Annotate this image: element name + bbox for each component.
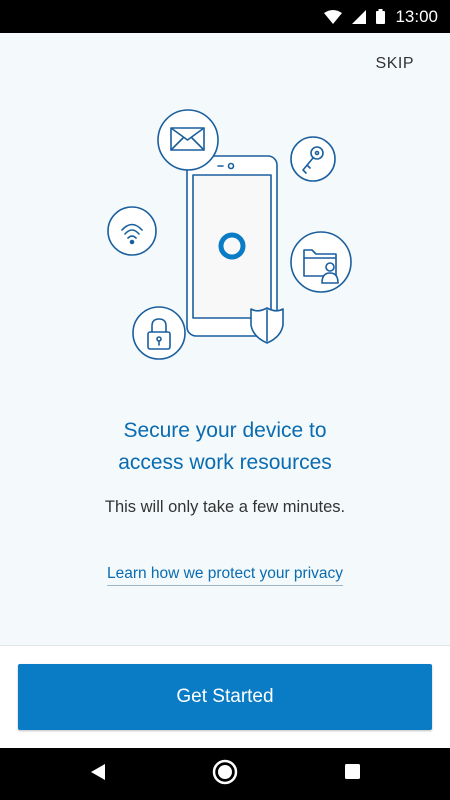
recents-icon bbox=[344, 763, 361, 785]
title-line-1: Secure your device to bbox=[123, 419, 327, 442]
illustration bbox=[107, 109, 352, 360]
title-line-2: access work resources bbox=[118, 451, 332, 474]
folder-user-icon bbox=[290, 231, 352, 293]
wifi-icon bbox=[107, 206, 157, 256]
status-time: 13:00 bbox=[395, 6, 438, 26]
shield-icon bbox=[250, 307, 284, 344]
subtitle: This will only take a few minutes. bbox=[104, 498, 346, 516]
privacy-link[interactable]: Learn how we protect your privacy bbox=[106, 565, 344, 586]
email-icon bbox=[157, 109, 219, 171]
onboarding-content: SKIP Secure your device to access work r… bbox=[0, 33, 450, 645]
signal-icon bbox=[352, 9, 367, 24]
battery-icon bbox=[376, 9, 386, 24]
status-icons: 13:00 bbox=[324, 0, 438, 33]
back-button[interactable] bbox=[58, 748, 138, 800]
home-button[interactable] bbox=[185, 748, 265, 800]
back-icon bbox=[90, 763, 106, 786]
page-title: Secure your device to access work resour… bbox=[0, 415, 450, 479]
home-icon bbox=[212, 759, 238, 790]
wifi-icon bbox=[324, 9, 343, 24]
get-started-button[interactable]: Get Started bbox=[18, 664, 432, 730]
recents-button[interactable] bbox=[312, 748, 392, 800]
lock-icon bbox=[132, 306, 186, 360]
privacy-link-container: Learn how we protect your privacy bbox=[0, 565, 450, 586]
skip-button[interactable]: SKIP bbox=[376, 55, 414, 73]
navigation-bar bbox=[0, 748, 450, 800]
footer: Get Started bbox=[0, 645, 450, 748]
key-icon bbox=[290, 136, 336, 182]
status-bar: 13:00 bbox=[0, 0, 450, 33]
